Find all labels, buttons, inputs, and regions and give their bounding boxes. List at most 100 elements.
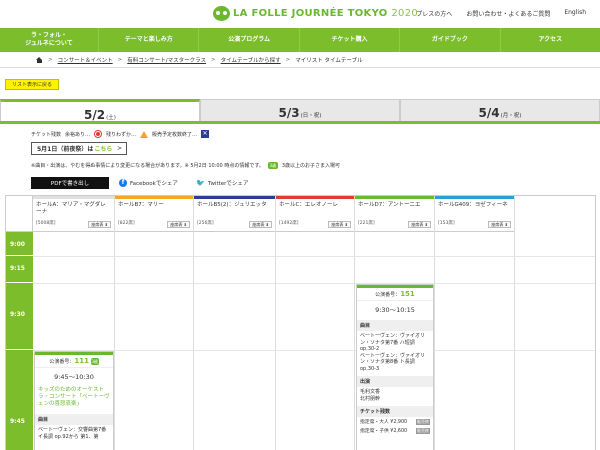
nav-guidebook[interactable]: ガイドブック [400, 28, 501, 52]
top-links: プレスの方へ お問い合わせ・よくあるご質問 English [416, 9, 586, 18]
may1-link[interactable]: こちら [94, 144, 112, 153]
seat-map-download-button[interactable]: 座席表 ⬇ [88, 221, 111, 228]
english-link[interactable]: English [564, 9, 586, 18]
event-title[interactable]: キッズのためのオーケストラ・コンサート「ベートーヴェンの喜怒哀楽」 [35, 385, 113, 412]
tab-day-0502[interactable]: 5/2 (土) [0, 99, 200, 122]
event-time: 9:30〜10:15 [375, 306, 415, 314]
event-card-111[interactable]: 公演番号：111 3歳 9:45〜10:30 キッズのためのオーケストラ・コンサ… [34, 351, 114, 450]
home-icon[interactable] [36, 56, 43, 63]
hall-header: ホールB7：マリー [822席] 座席表 ⬇ [115, 196, 193, 232]
row-divider [33, 350, 595, 351]
event-number-label: 公演番号： [375, 292, 401, 298]
event-number-value: 111 [74, 357, 90, 365]
breadcrumb-sep: > [117, 56, 123, 63]
sold-out-badge: 販売終 [416, 427, 430, 434]
event-time: 9:45〜10:30 [54, 373, 94, 381]
tab-day-0503[interactable]: 5/3 (日・祝) [200, 99, 400, 121]
twitter-share-label: Twitterでシェア [208, 181, 249, 187]
hall-name: ホールC：エレオノーレ [279, 202, 338, 208]
hall-name: ホールD7：アントーニエ [358, 202, 421, 208]
tab-suffix: (月・祝) [500, 113, 522, 119]
hall-header: ホールA：マリア・マグダレーナ [5008席] 座席表 ⬇ [33, 196, 114, 232]
tab-suffix: (土) [106, 115, 116, 121]
seat-map-download-button[interactable]: 座席表 ⬇ [328, 221, 351, 228]
available-circle-icon [94, 130, 103, 138]
breadcrumb-current: マイリスト タイムテーブル [295, 57, 363, 64]
price-row: 指定席・大人 ¥2,900 販売終 [357, 417, 433, 426]
tab-suffix: (日・祝) [300, 113, 322, 119]
time-slot: 9:00 [6, 232, 33, 256]
section-label: 曲目 [35, 414, 113, 425]
legend-few: 残りわずか… [106, 131, 137, 138]
breadcrumb-paid[interactable]: 有料コンサート/マスタークラス [127, 56, 206, 64]
seat-map-download-button[interactable]: 座席表 ⬇ [488, 221, 511, 228]
hall-column-c: ホールC：エレオノーレ [1492席] 座席表 ⬇ [276, 196, 355, 450]
twitter-icon: 🐦 [196, 178, 205, 187]
press-link[interactable]: プレスの方へ [416, 9, 452, 18]
performers-text: 毛利文香 北村朋幹 [360, 389, 381, 402]
logo-year: 2020 [391, 7, 419, 19]
tab-date: 5/2 [84, 108, 106, 122]
hall-column-b7: ホールB7：マリー [822席] 座席表 ⬇ [115, 196, 194, 450]
hall-column-g409: ホールG409：ヨゼフィーネ [153席] 座席表 ⬇ [435, 196, 515, 450]
chevron-right-icon: > [116, 145, 122, 152]
day-tabs: 5/2 (土) 5/3 (日・祝) 5/4 (月・祝) [0, 99, 600, 124]
time-header [6, 196, 33, 232]
facebook-icon: f [119, 179, 127, 187]
nav-theme[interactable]: テーマと楽しみ方 [99, 28, 200, 52]
event-number: 公演番号：151 [357, 288, 433, 301]
contact-link[interactable]: お問い合わせ・よくあるご質問 [466, 9, 550, 18]
nav-program[interactable]: 公演プログラム [199, 28, 300, 52]
timetable-grid: 9:00 9:15 9:30 9:45 ホールA：マリア・マグダレーナ [500… [5, 195, 596, 450]
hall-header: ホールC：エレオノーレ [1492席] 座席表 ⬇ [276, 196, 354, 232]
event-card-151[interactable]: 公演番号：151 9:30〜10:15 曲目 ベートーヴェン：ヴァイオリン・ソナ… [356, 284, 434, 450]
nav-tickets[interactable]: チケット購入 [300, 28, 401, 52]
program-text: ベートーヴェン：交響曲第7番 イ長調 op.92から 第1、第 [38, 427, 107, 440]
facebook-share-button[interactable]: f Facebookでシェア [119, 179, 178, 187]
time-slot: 9:30 [6, 283, 33, 350]
hall-name: ホールG409：ヨゼフィーネ [438, 202, 508, 208]
price-label: 指定席・子供 ¥2,600 [360, 429, 408, 434]
twitter-share-button[interactable]: 🐦 Twitterでシェア [196, 179, 248, 187]
site-logo[interactable]: LA FOLLE JOURNÉE TOKYO 2020 [213, 5, 418, 21]
seat-map-download-button[interactable]: 座席表 ⬇ [249, 221, 272, 228]
time-slot: 9:15 [6, 256, 33, 283]
top-header: LA FOLLE JOURNÉE TOKYO 2020 プレスの方へ お問い合わ… [0, 0, 600, 28]
tab-date: 5/3 [278, 106, 300, 120]
hall-column-empty [515, 196, 595, 450]
legend-available: 余裕あり… [65, 131, 91, 138]
logo-mark-icon [213, 5, 230, 21]
nav-about[interactable]: ラ・フォル・ ジュルネについて [0, 28, 99, 52]
hall-capacity: [822席] [118, 221, 135, 226]
pdf-export-button[interactable]: PDFで書き出し [31, 177, 109, 189]
back-to-list-button[interactable]: リスト表示に戻る [5, 79, 59, 90]
hall-capacity: [221席] [358, 221, 375, 226]
price-row: 指定席・子供 ¥2,600 販売終 [357, 426, 433, 435]
breadcrumb-concerts[interactable]: コンサート＆イベント [58, 56, 113, 64]
breadcrumb-timetable[interactable]: タイムテーブルから探す [221, 56, 281, 64]
seat-map-download-button[interactable]: 座席表 ⬇ [408, 221, 431, 228]
tab-day-0504[interactable]: 5/4 (月・祝) [400, 99, 600, 121]
kids-ok-text: 3歳以上のお子さま入場可 [281, 163, 341, 169]
hall-capacity: [153席] [438, 221, 455, 226]
breadcrumb-sep: > [48, 56, 53, 63]
few-left-triangle-icon [140, 130, 149, 138]
hall-header: ホールB5(2)：ジュリエッタ [256席] 座席表 ⬇ [194, 196, 275, 232]
hall-header: ホールG409：ヨゼフィーネ [153席] 座席表 ⬇ [435, 196, 514, 232]
may1-link-box[interactable]: 5月1日（前夜祭）は こちら > [31, 142, 127, 155]
hall-column-b5: ホールB5(2)：ジュリエッタ [256席] 座席表 ⬇ [194, 196, 276, 450]
seat-map-download-button[interactable]: 座席表 ⬇ [167, 221, 190, 228]
sold-out-badge: 販売終 [416, 418, 430, 425]
facebook-share-label: Facebookでシェア [130, 181, 178, 187]
hall-capacity: [1492席] [279, 221, 299, 226]
nav-access[interactable]: アクセス [501, 28, 600, 52]
notice-text: ※曲目・出演は、やむを得ぬ事情により変更になる場合があります。※ 5月2日 10… [31, 163, 264, 169]
time-column: 9:00 9:15 9:30 9:45 [6, 196, 33, 450]
hall-name: ホールB5(2)：ジュリエッタ [197, 202, 267, 208]
event-number-value: 151 [400, 290, 415, 298]
ticket-legend: チケット残数 余裕あり… 残りわずか… 販売予定枚数終了… ✕ [31, 130, 210, 138]
kids-ok-icon: 3歳 [90, 358, 99, 365]
hall-header: ホールD7：アントーニエ [221席] 座席表 ⬇ [355, 196, 434, 232]
row-divider [33, 256, 595, 257]
event-number-label: 公演番号： [49, 359, 75, 365]
